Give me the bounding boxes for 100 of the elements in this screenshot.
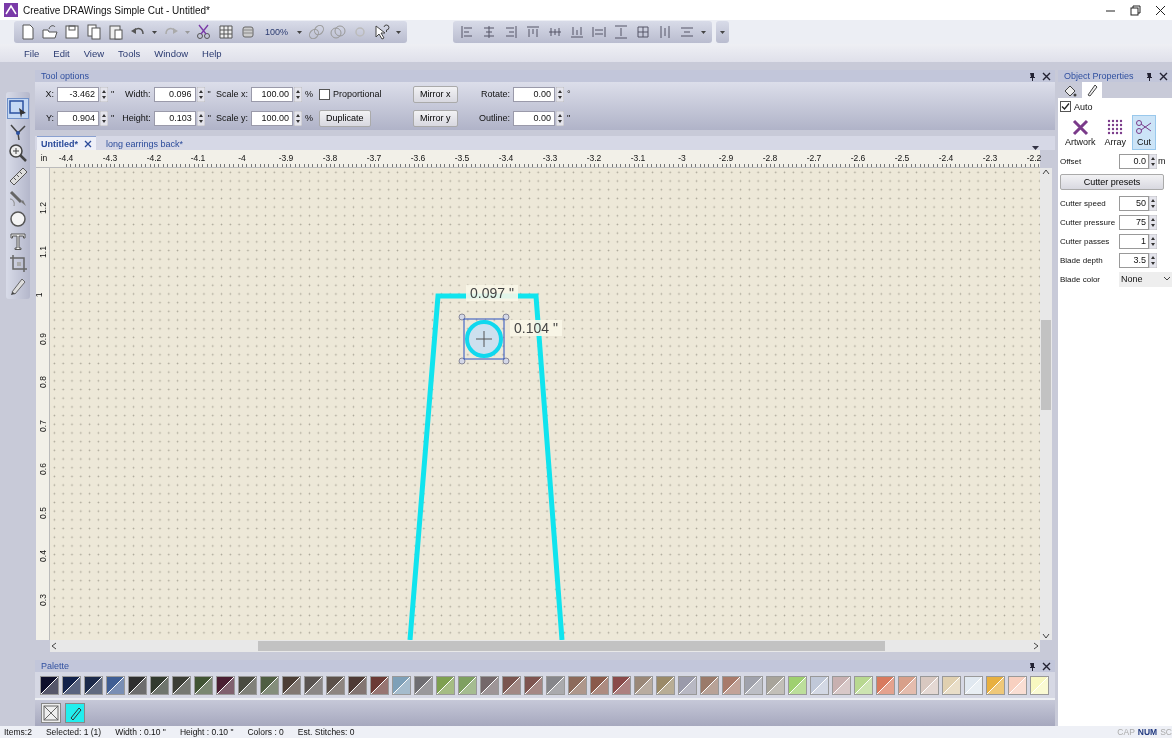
number-field[interactable]: 100.00	[251, 110, 293, 126]
selection-handle[interactable]	[502, 357, 510, 365]
spin-arrows-icon[interactable]	[196, 86, 205, 102]
scroll-right-icon[interactable]	[1032, 641, 1040, 651]
color-swatch[interactable]	[612, 675, 631, 695]
color-swatch[interactable]	[150, 675, 169, 695]
menu-item[interactable]: Edit	[53, 47, 70, 59]
vertical-scrollbar[interactable]	[1040, 168, 1052, 640]
color-swatch[interactable]	[744, 675, 763, 695]
number-field[interactable]: 100.00	[251, 86, 293, 102]
number-field[interactable]: 0.0	[1119, 153, 1149, 169]
menu-item[interactable]: Window	[154, 47, 189, 59]
menu-item[interactable]: View	[83, 47, 105, 59]
color-swatch[interactable]	[458, 675, 477, 695]
scissors-icon[interactable]	[196, 24, 212, 40]
color-swatch[interactable]	[788, 675, 807, 695]
number-field[interactable]: 3.5	[1119, 252, 1149, 268]
color-swatch[interactable]	[326, 675, 345, 695]
color-swatch[interactable]	[436, 675, 455, 695]
color-swatch[interactable]	[40, 675, 59, 695]
checkbox[interactable]	[1060, 101, 1071, 112]
color-swatch[interactable]	[766, 675, 785, 695]
spin-arrows-icon[interactable]	[294, 86, 302, 102]
selection-handle[interactable]	[458, 357, 466, 365]
copy-icon[interactable]	[86, 24, 102, 40]
close-icon[interactable]	[1042, 661, 1051, 671]
zoom-dropdown[interactable]: 100%	[262, 27, 292, 37]
color-swatch[interactable]	[106, 675, 125, 695]
color-swatch[interactable]	[414, 675, 433, 695]
caret-icon[interactable]	[396, 30, 402, 34]
spin-arrows-icon[interactable]	[100, 86, 108, 102]
color-swatch[interactable]	[568, 675, 587, 695]
new-document-icon[interactable]	[20, 24, 36, 40]
color-swatch[interactable]	[524, 675, 543, 695]
caret-icon[interactable]	[152, 30, 157, 34]
spin-arrows-icon[interactable]	[556, 86, 564, 102]
color-swatch[interactable]	[84, 675, 103, 695]
number-field[interactable]: 1	[1119, 233, 1149, 249]
color-swatch[interactable]	[964, 675, 983, 695]
spin-arrows-icon[interactable]	[1149, 195, 1157, 211]
cutter-presets-button[interactable]: Cutter presets	[1060, 174, 1164, 190]
number-field[interactable]: 0.904	[57, 110, 99, 126]
option-button[interactable]: Mirror x	[413, 85, 458, 103]
caret-icon[interactable]	[720, 30, 726, 34]
close-icon[interactable]	[1159, 71, 1168, 81]
color-swatch[interactable]	[238, 675, 257, 695]
number-field[interactable]: 75	[1119, 214, 1149, 230]
color-swatch[interactable]	[128, 675, 147, 695]
paste-icon[interactable]	[108, 24, 124, 40]
mode-button[interactable]: Array	[1101, 115, 1130, 150]
checkbox[interactable]	[319, 88, 330, 100]
selection-handle[interactable]	[502, 313, 510, 321]
number-field[interactable]: 0.00	[513, 110, 555, 126]
scroll-thumb[interactable]	[1041, 320, 1051, 410]
option-button[interactable]: Mirror y	[413, 109, 458, 127]
color-swatch[interactable]	[656, 675, 675, 695]
caret-icon[interactable]	[701, 30, 707, 34]
save-icon[interactable]	[64, 24, 80, 40]
scroll-left-icon[interactable]	[50, 641, 58, 651]
color-swatch[interactable]	[194, 675, 213, 695]
menu-item[interactable]: Tools	[118, 47, 141, 59]
color-swatch[interactable]	[546, 675, 565, 695]
color-swatch[interactable]	[216, 675, 235, 695]
pin-icon[interactable]	[1028, 661, 1036, 671]
tool-button[interactable]	[7, 98, 29, 119]
color-swatch[interactable]	[590, 675, 609, 695]
tool-button[interactable]	[7, 142, 29, 163]
tool-button[interactable]	[7, 208, 29, 229]
pin-icon[interactable]	[1028, 71, 1036, 81]
color-swatch[interactable]	[370, 675, 389, 695]
document-tab[interactable]: Untitled*	[37, 136, 96, 150]
close-icon[interactable]	[84, 139, 92, 148]
spin-arrows-icon[interactable]	[1149, 153, 1157, 169]
color-swatch[interactable]	[260, 675, 279, 695]
color-swatch[interactable]	[304, 675, 323, 695]
spin-arrows-icon[interactable]	[294, 110, 302, 126]
close-icon[interactable]	[1155, 4, 1166, 16]
number-field[interactable]: 0.103	[153, 110, 196, 126]
color-swatch[interactable]	[282, 675, 301, 695]
number-field[interactable]: 50	[1119, 195, 1149, 211]
pin-icon[interactable]	[1145, 71, 1153, 81]
color-swatch[interactable]	[920, 675, 939, 695]
menu-item[interactable]: Help	[202, 47, 222, 59]
spin-arrows-icon[interactable]	[1149, 252, 1157, 268]
option-button[interactable]: Duplicate	[319, 109, 371, 127]
selection-handle[interactable]	[458, 313, 466, 321]
scroll-up-icon[interactable]	[1041, 168, 1051, 176]
mode-button[interactable]: Artwork	[1062, 115, 1099, 150]
horizontal-scrollbar[interactable]	[50, 640, 1040, 652]
color-swatch[interactable]	[1008, 675, 1027, 695]
blade-color-dropdown[interactable]: None	[1119, 271, 1172, 287]
tool-button[interactable]	[7, 230, 29, 251]
spin-arrows-icon[interactable]	[1149, 214, 1157, 230]
color-swatch[interactable]	[392, 675, 411, 695]
color-swatch[interactable]	[942, 675, 961, 695]
color-swatch[interactable]	[1030, 675, 1049, 695]
number-field[interactable]: 0.00	[513, 86, 555, 102]
close-icon[interactable]	[1042, 71, 1051, 81]
grid-icon[interactable]	[218, 24, 234, 40]
color-swatch[interactable]	[502, 675, 521, 695]
